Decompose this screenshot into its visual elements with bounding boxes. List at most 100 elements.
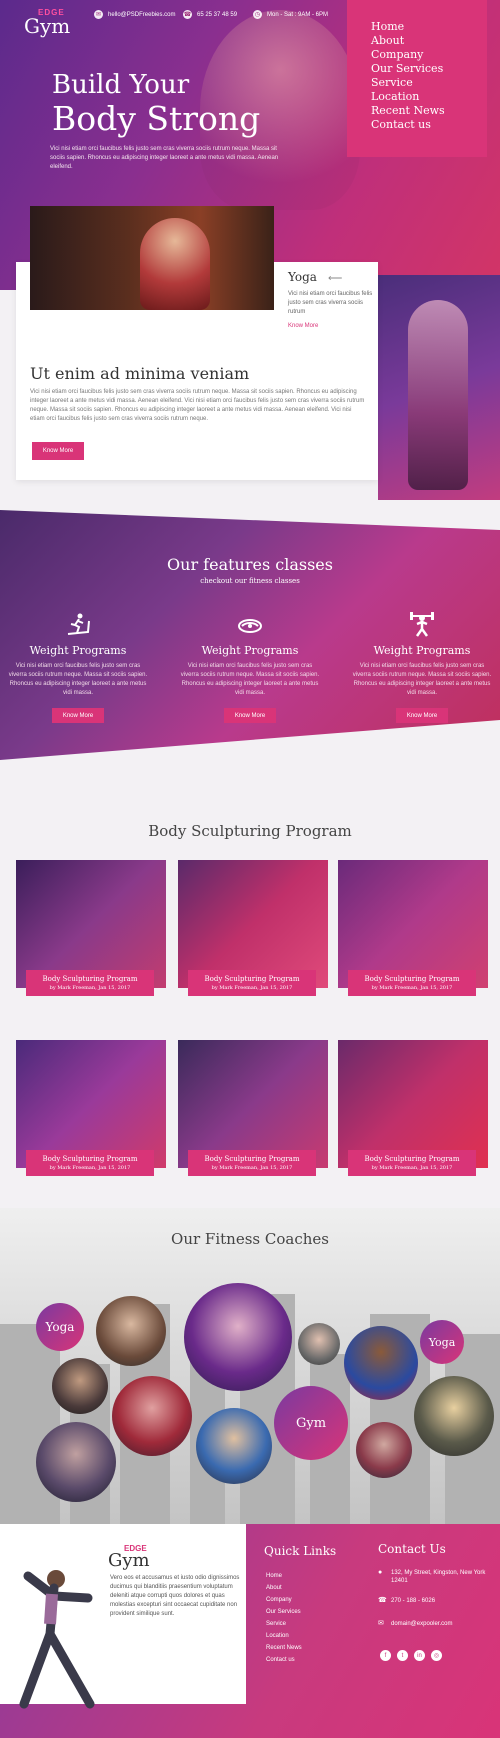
- mail-icon: ✉: [378, 1620, 384, 1627]
- coaches-title: Our Fitness Coaches: [171, 1230, 329, 1248]
- topbar-email-text: hello@PSDFreebies.com: [108, 11, 176, 18]
- dribbble-icon[interactable]: ◎: [431, 1650, 442, 1661]
- programs-title: Body Sculpturing Program: [148, 822, 352, 840]
- yoga-know-more-link[interactable]: Know More: [288, 323, 374, 329]
- linkedin-icon[interactable]: in: [414, 1650, 425, 1661]
- quick-link[interactable]: Location: [266, 1630, 302, 1642]
- coach-photo[interactable]: [344, 1326, 418, 1400]
- intro-title: Ut enim ad minima veniam: [30, 364, 250, 383]
- coach-yoga-label[interactable]: Yoga: [420, 1320, 464, 1364]
- features-title: Our features classes: [167, 555, 333, 574]
- nav-home[interactable]: Home: [371, 20, 487, 34]
- coach-photo[interactable]: [184, 1283, 292, 1391]
- program-title: Body Sculpturing Program: [42, 975, 138, 983]
- hero-title: Build Your Body Strong: [52, 70, 260, 138]
- topbar-hours-text: Mon - Sat : 9AM - 6PM: [267, 11, 329, 18]
- program-card[interactable]: Body Sculpturing Program by Mark Freeman,…: [338, 1040, 488, 1176]
- program-label: Body Sculpturing Program by Mark Freeman,…: [26, 970, 154, 996]
- topbar-phone[interactable]: ☎ 65 25 37 48 59: [183, 10, 237, 19]
- program-photo: [338, 860, 488, 988]
- coach-photo[interactable]: [356, 1422, 412, 1478]
- feature-know-more-button[interactable]: Know More: [52, 708, 104, 723]
- features-section: Our features classes checkout our fitnes…: [0, 510, 500, 760]
- boxing-woman-photo: [378, 275, 500, 500]
- coach-photo[interactable]: [112, 1376, 192, 1456]
- program-photo: [178, 860, 328, 988]
- nav-our-services[interactable]: Our Services: [371, 62, 487, 76]
- program-title: Body Sculpturing Program: [204, 1155, 300, 1163]
- logo-gym: Gym: [24, 14, 71, 38]
- program-card[interactable]: Body Sculpturing Program by Mark Freeman,…: [178, 1040, 328, 1176]
- footer-logo-gym: Gym: [108, 1550, 150, 1571]
- contact-address: ● 132, My Street, Kingston, New York 124…: [378, 1569, 488, 1585]
- coach-photo[interactable]: [196, 1408, 272, 1484]
- quick-link[interactable]: Home: [266, 1570, 302, 1582]
- program-byline: by Mark Freeman, Jan 15, 2017: [371, 1165, 453, 1171]
- quick-link[interactable]: Contact us: [266, 1654, 302, 1666]
- program-card[interactable]: Body Sculpturing Program by Mark Freeman,…: [178, 860, 328, 996]
- program-label: Body Sculpturing Program by Mark Freeman,…: [188, 1150, 316, 1176]
- yoga-description: Vici nisi etiam orci faucibus felis just…: [288, 291, 373, 315]
- quick-link[interactable]: About: [266, 1582, 302, 1594]
- coach-photo[interactable]: [298, 1323, 340, 1365]
- twitter-icon[interactable]: t: [397, 1650, 408, 1661]
- program-label: Body Sculpturing Program by Mark Freeman,…: [26, 1150, 154, 1176]
- contact-phone[interactable]: ☎ 270 - 188 - 6026: [378, 1597, 488, 1605]
- nav-location[interactable]: Location: [371, 90, 487, 104]
- nav-company[interactable]: Company: [371, 48, 487, 62]
- quick-link[interactable]: Company: [266, 1594, 302, 1606]
- program-photo: [16, 1040, 166, 1168]
- intro-description: Vici nisi etiam orci faucibus felis just…: [30, 389, 365, 422]
- feature-title: Weight Programs: [29, 644, 127, 657]
- program-photo: [178, 1040, 328, 1168]
- program-card[interactable]: Body Sculpturing Program by Mark Freeman,…: [16, 1040, 166, 1176]
- quick-link[interactable]: Our Services: [266, 1606, 302, 1618]
- program-title: Body Sculpturing Program: [42, 1155, 138, 1163]
- feature-know-more-button[interactable]: Know More: [396, 708, 448, 723]
- program-photo: [16, 860, 166, 988]
- coach-yoga-label[interactable]: Yoga: [36, 1303, 84, 1351]
- program-card[interactable]: Body Sculpturing Program by Mark Freeman,…: [16, 860, 166, 996]
- feature-title: Weight Programs: [373, 644, 471, 657]
- quick-link[interactable]: Recent News: [266, 1642, 302, 1654]
- coach-photo[interactable]: [52, 1358, 108, 1414]
- feature-description: Vici nisi etiam orci faucibus felis just…: [352, 663, 492, 696]
- nav-recent-news[interactable]: Recent News: [371, 104, 487, 118]
- coach-photo[interactable]: [36, 1422, 116, 1502]
- program-title: Body Sculpturing Program: [364, 1155, 460, 1163]
- topbar-email[interactable]: ✉ hello@PSDFreebies.com: [94, 10, 175, 19]
- arrow-left-icon[interactable]: ⟵: [328, 273, 342, 284]
- program-label: Body Sculpturing Program by Mark Freeman,…: [348, 970, 476, 996]
- quick-links-title: Quick Links: [264, 1544, 337, 1558]
- program-label: Body Sculpturing Program by Mark Freeman,…: [188, 970, 316, 996]
- nav-about[interactable]: About: [371, 34, 487, 48]
- program-byline: by Mark Freeman, Jan 15, 2017: [49, 1165, 131, 1171]
- program-byline: by Mark Freeman, Jan 15, 2017: [211, 985, 293, 991]
- coach-gym-label[interactable]: Gym: [274, 1386, 348, 1460]
- clock-icon: ◷: [253, 10, 262, 19]
- yoga-box: Yoga ⟵ Vici nisi etiam orci faucibus fel…: [288, 270, 374, 329]
- program-byline: by Mark Freeman, Jan 15, 2017: [49, 985, 131, 991]
- nav-contact[interactable]: Contact us: [371, 118, 487, 132]
- program-label: Body Sculpturing Program by Mark Freeman,…: [348, 1150, 476, 1176]
- intro-know-more-button[interactable]: Know More: [32, 442, 84, 460]
- contact-phone-text: 270 - 188 - 6026: [391, 1598, 436, 1604]
- feature-item: Weight Programs Vici nisi etiam orci fau…: [180, 612, 320, 723]
- feature-description: Vici nisi etiam orci faucibus felis just…: [180, 663, 320, 696]
- coaches-section: Our Fitness Coaches Yoga Yoga Gym: [0, 1208, 500, 1524]
- facebook-icon[interactable]: f: [380, 1650, 391, 1661]
- program-byline: by Mark Freeman, Jan 15, 2017: [371, 985, 453, 991]
- nav-service[interactable]: Service: [371, 76, 487, 90]
- coach-photo[interactable]: [414, 1376, 494, 1456]
- coach-photo[interactable]: [96, 1296, 166, 1366]
- program-card[interactable]: Body Sculpturing Program by Mark Freeman,…: [338, 860, 488, 996]
- contact-email[interactable]: ✉ domain@expooler.com: [378, 1620, 488, 1628]
- program-title: Body Sculpturing Program: [204, 975, 300, 983]
- phone-icon: ☎: [378, 1597, 387, 1604]
- feature-know-more-button[interactable]: Know More: [224, 708, 276, 723]
- main-nav: Home About Company Our Services Service …: [347, 0, 487, 157]
- weightlifter-icon: [409, 612, 435, 638]
- quick-link[interactable]: Service: [266, 1618, 302, 1630]
- location-pin-icon: ●: [378, 1569, 383, 1576]
- contact-title: Contact Us: [378, 1542, 446, 1556]
